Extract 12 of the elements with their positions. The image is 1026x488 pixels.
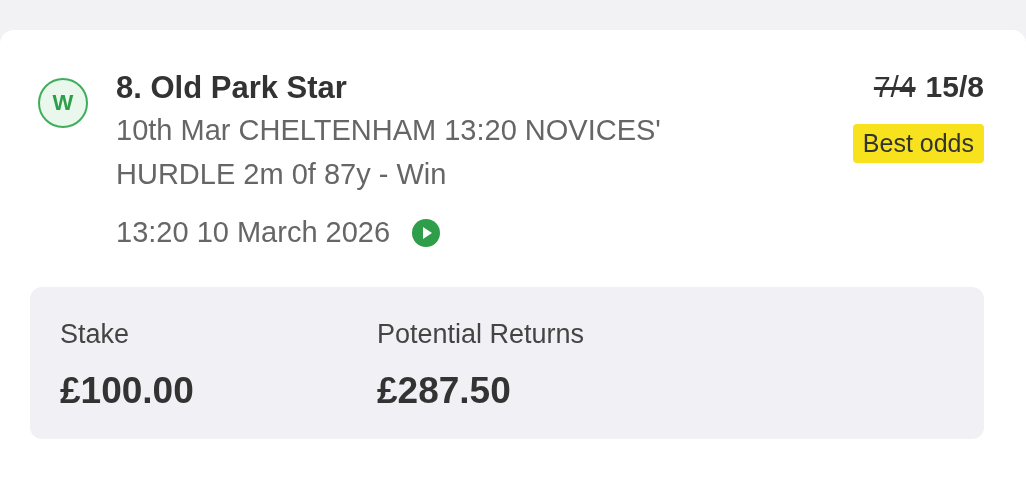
selection-name: 8. Old Park Star xyxy=(116,70,348,106)
event-description: 10th Mar CHELTENHAM 13:20 NOVICES' HURDLE 2m 0f 87y - Win xyxy=(116,113,662,192)
previous-odds: 7/4 xyxy=(873,70,916,104)
play-icon[interactable] xyxy=(412,218,441,247)
summary-label: Potential Returns xyxy=(377,319,586,350)
result-badge: W xyxy=(38,78,88,128)
summary-amount: £287.50 xyxy=(377,370,512,412)
summary-label: Stake xyxy=(60,319,131,350)
summary-amount: £100.00 xyxy=(60,370,195,412)
start-time: 13:20 10 March 2026 xyxy=(116,216,391,249)
best-odds-badge: Best odds xyxy=(852,124,984,163)
current-odds: 15/8 xyxy=(925,70,984,104)
